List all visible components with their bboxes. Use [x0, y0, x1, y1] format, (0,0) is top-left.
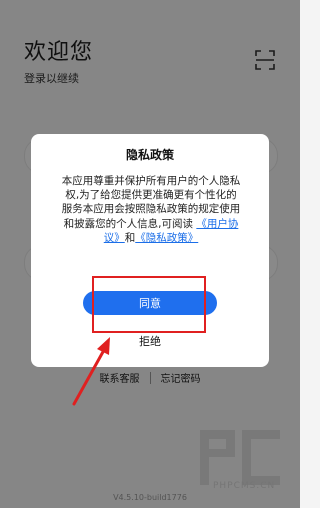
privacy-policy-link[interactable]: 《隐私政策》: [135, 232, 198, 244]
annotation-highlight-box: [92, 276, 206, 333]
reject-button[interactable]: 拒绝: [31, 333, 269, 349]
dialog-title: 隐私政策: [125, 148, 174, 162]
dialog-body: 本应用尊重并保护所有用户的个人隐私权,为了给您提供更准确更有个性化的服务本应用会…: [61, 174, 241, 245]
and-text: 和: [124, 231, 136, 244]
